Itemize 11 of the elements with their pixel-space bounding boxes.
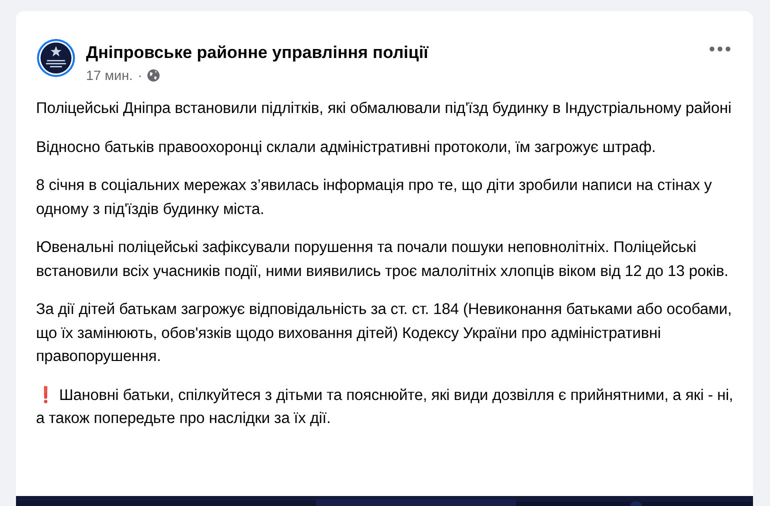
author-name[interactable]: Дніпровське районне управління поліції — [86, 42, 693, 64]
post-time[interactable]: 17 мин. — [86, 68, 133, 83]
post-paragraph: За дії дітей батькам загрожує відповідальність за ст. ст. 184 (Невиконання батьками або особами, що їх замінюють, обов'язків щодо виховання дітей) Кодексу України про адміністративні правопорушення. — [36, 300, 733, 367]
post-paragraph: Відносно батьків правоохоронці склали адміністративні протоколи, їм загрожує штраф. — [36, 138, 657, 158]
separator: · — [138, 68, 142, 83]
post-paragraph: Ювенальні поліцейські зафіксували порушення та почали пошуки неповнолітніх. Поліцейські встановили всіх учасників події, ними виявились троє малолітніх хлопців віком від 12 до 13 років. — [36, 238, 730, 282]
post-paragraph: 8 січня в соціальних мережах з’явилась інформація про те, що діти зробили написи на стінах у одному з під'їздів будинку міста. — [36, 176, 713, 220]
post-paragraph: Поліцейські Дніпра встановили підлітків, які обмалювали під'їзд будинку в Індустріальному районі — [36, 99, 732, 119]
police-logo-icon[interactable] — [36, 38, 76, 78]
globe-icon — [147, 69, 160, 82]
post-paragraph: ❗ Шановні батьки, спілкуйтеся з дітьми та пояснюйте, які види дозвілля є прийнятними, а які - ні, а також попередьте про наслідки за їх дії. — [36, 385, 734, 429]
